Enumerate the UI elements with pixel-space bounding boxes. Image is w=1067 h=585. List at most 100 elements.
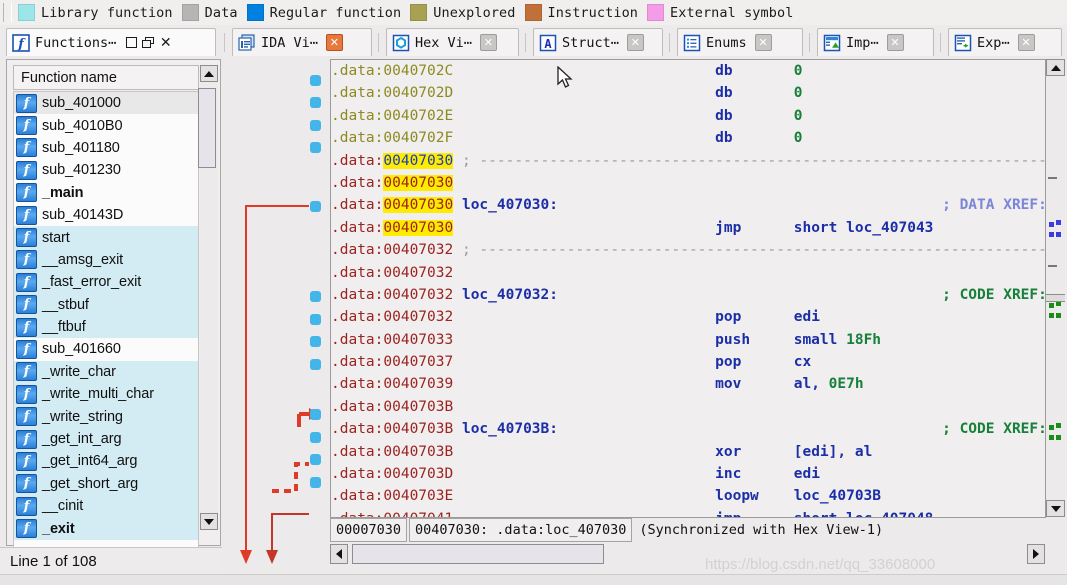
function-list-item[interactable]: f _fast_error_exit	[14, 271, 198, 294]
function-list-item[interactable]: f sub_401180	[14, 137, 198, 159]
color-swatch-icon	[18, 4, 35, 21]
function-f-icon: f	[12, 33, 30, 52]
watermark-text: https://blog.csdn.net/qq_33608000	[705, 556, 936, 573]
function-list-item[interactable]: f start	[14, 226, 198, 249]
disassembly-line[interactable]: .data:0040702F db 0	[331, 127, 1045, 149]
close-icon[interactable]: ✕	[886, 34, 904, 51]
function-list-item[interactable]: f __amsg_exit	[14, 248, 198, 272]
function-list-item[interactable]: f __stbuf	[14, 293, 198, 316]
tab-ida-view[interactable]: IDA Vi⋯ ✕	[232, 28, 372, 56]
disassembly-vertical-scrollbar[interactable]	[1046, 59, 1065, 518]
restore-icon[interactable]	[141, 35, 156, 50]
xref-comment: ; DATA XREF:	[942, 197, 1046, 214]
close-icon[interactable]: ✕	[325, 34, 343, 51]
window-bottom-bar	[0, 574, 1067, 585]
function-list-item[interactable]: f _write_multi_char	[14, 383, 198, 406]
scrollbar-thumb[interactable]	[198, 88, 216, 168]
address-text: 0040703D	[383, 466, 454, 483]
close-icon[interactable]: ✕	[158, 35, 173, 50]
function-list-item[interactable]: f _main	[14, 182, 198, 204]
tab-functions[interactable]: f Functions⋯ ✕	[6, 28, 216, 56]
segment-prefix: .data:	[331, 331, 384, 348]
color-swatch-icon	[647, 4, 665, 21]
tab-hex-view[interactable]: Hex Vi⋯ ✕	[386, 28, 519, 56]
disassembly-line[interactable]: .data:0040702E db 0	[331, 105, 1045, 127]
scrollbar-thumb[interactable]	[352, 544, 604, 564]
disassembly-line[interactable]: .data:0040702C db 0	[331, 60, 1045, 82]
toolbar-grip[interactable]	[3, 3, 12, 22]
disassembly-line[interactable]: .data:00407032 pop edi	[331, 306, 1045, 328]
segment-prefix: .data:	[331, 511, 383, 517]
disassembly-line[interactable]: .data:00407030 ; -----------------------…	[331, 150, 1045, 172]
function-list-item[interactable]: f sub_4010B0	[14, 114, 198, 136]
function-list-item[interactable]: f _exit	[14, 517, 198, 540]
scroll-down-button[interactable]	[1046, 500, 1065, 517]
disassembly-line[interactable]: .data:00407030 loc_407030: ; DATA XREF:	[331, 194, 1045, 216]
function-list-item[interactable]: f sub_401000	[14, 92, 198, 115]
tab-structures[interactable]: A Struct⋯ ✕	[533, 28, 663, 56]
tab-imports[interactable]: Imp⋯ ✕	[817, 28, 934, 56]
close-icon[interactable]: ✕	[479, 34, 497, 51]
function-list[interactable]: f sub_401000 f sub_4010B0 f sub_401180 f sub_40…	[13, 91, 199, 553]
tab-enums[interactable]: Enums ✕	[677, 28, 803, 56]
disassembly-line[interactable]: .data:00407041 jmp short loc_407048	[331, 508, 1045, 517]
disassembly-line[interactable]: .data:0040703B xor [edi], al	[331, 441, 1045, 463]
function-name-column-header[interactable]: Function name	[13, 65, 199, 90]
scroll-up-button[interactable]	[1046, 59, 1065, 76]
tab-exports[interactable]: Exp⋯ ✕	[948, 28, 1062, 56]
function-list-item[interactable]: f _get_int_arg	[14, 427, 198, 451]
function-list-item[interactable]: f __ftbuf	[14, 315, 198, 339]
tab-label: Functions⋯	[35, 34, 117, 51]
disassembly-line[interactable]: .data:0040703E loopw loc_40703B	[331, 485, 1045, 507]
scroll-left-button[interactable]	[330, 544, 348, 564]
disassembly-line[interactable]: .data:00407032 ; -----------------------…	[331, 239, 1045, 261]
tab-strip: f Functions⋯ ✕ IDA Vi⋯ ✕ Hex Vi⋯ ✕ A Str…	[0, 25, 1067, 58]
disassembly-line[interactable]: .data:00407039 mov al, 0E7h	[331, 373, 1045, 395]
disassembly-line[interactable]: .data:00407032	[331, 262, 1045, 284]
scroll-up-button[interactable]	[200, 65, 218, 82]
function-name-label: __stbuf	[42, 296, 89, 313]
function-list-item[interactable]: f _get_short_arg	[14, 472, 198, 496]
disassembly-line[interactable]: .data:00407033 push small 18Fh	[331, 329, 1045, 351]
function-name-label: sub_401000	[42, 95, 121, 112]
color-swatch-icon	[246, 4, 264, 21]
maximize-icon[interactable]	[124, 35, 139, 50]
disassembly-line[interactable]: .data:00407030	[331, 172, 1045, 194]
scrollbar-thumb[interactable]	[1046, 294, 1065, 302]
nav-marker	[1056, 220, 1061, 225]
disassembly-text-area[interactable]: .data:0040702C db 0 .data:0040702D db 0 .d…	[330, 59, 1046, 518]
line-marker-dot	[310, 120, 321, 131]
disassembly-line[interactable]: .data:0040703D inc edi	[331, 463, 1045, 485]
function-list-item[interactable]: f _get_int64_arg	[14, 450, 198, 473]
disassembly-line[interactable]: .data:00407037 pop cx	[331, 351, 1045, 373]
close-icon[interactable]: ✕	[754, 34, 772, 51]
operand: 0	[793, 107, 803, 124]
function-list-item[interactable]: f _write_char	[14, 360, 198, 384]
function-list-item[interactable]: f sub_40143D	[14, 204, 198, 226]
line-marker-dot	[310, 201, 321, 212]
sync-status-cell: (Synchronized with Hex View-1)	[639, 522, 884, 538]
function-list-vertical-scrollbar[interactable]	[198, 65, 218, 530]
disassembly-line[interactable]: .data:00407032 loc_407032: ; CODE XREF:	[331, 284, 1045, 306]
scroll-down-button[interactable]	[200, 513, 218, 530]
function-list-item[interactable]: f sub_401230	[14, 159, 198, 181]
function-list-item[interactable]: f sub_401660	[14, 338, 198, 360]
disassembly-horizontal-scrollbar[interactable]	[330, 544, 1046, 564]
function-list-item[interactable]: f _write_string	[14, 405, 198, 428]
scroll-right-button[interactable]	[1027, 544, 1045, 564]
function-list-item[interactable]: f __cinit	[14, 495, 198, 518]
disassembly-line[interactable]: .data:0040703B loc_40703B: ; CODE XREF:	[331, 418, 1045, 440]
nav-marker	[1056, 435, 1061, 440]
operand: al,	[793, 376, 829, 393]
segment-prefix: .data:	[331, 63, 384, 79]
disassembly-line[interactable]: .data:0040702D db 0	[331, 82, 1045, 104]
address-text: 00407030	[383, 219, 454, 236]
close-icon[interactable]: ✕	[626, 34, 644, 51]
address-text: 00407033	[383, 331, 454, 348]
disassembly-line[interactable]: .data:0040703B	[331, 396, 1045, 418]
close-icon[interactable]: ✕	[1017, 34, 1035, 51]
disassembly-line[interactable]: .data:00407030 jmp short loc_407043	[331, 217, 1045, 239]
navigation-markers	[1046, 77, 1065, 487]
tab-label: Imp⋯	[846, 34, 879, 51]
function-name-label: _main	[42, 184, 84, 201]
